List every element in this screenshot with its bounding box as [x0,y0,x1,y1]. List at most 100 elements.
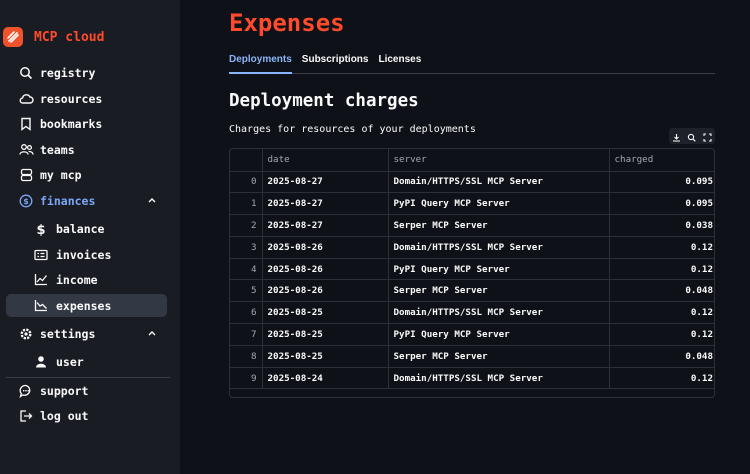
cell-date: 2025-08-26 [262,258,389,281]
table-toolbar [669,128,715,144]
tab-deployments[interactable]: Deployments [229,52,292,74]
cell-server: Serper MCP Server [388,279,610,303]
sidebar-item-registry[interactable]: registry [6,61,167,84]
users-icon [18,142,34,158]
sidebar-item-balance[interactable]: $ balance [6,217,167,240]
dollar-circle-icon: $ [18,193,34,209]
cell-server: Domain/HTTPS/SSL MCP Server [388,301,610,325]
dollar-icon: $ [33,221,49,237]
chevron-up-icon[interactable] [147,326,157,343]
sidebar-item-label: settings [40,326,96,341]
tab-bar: Deployments Subscriptions Licenses [229,52,715,74]
cell-date: 2025-08-25 [262,345,389,368]
column-header-index[interactable] [230,149,263,172]
sidebar-item-teams[interactable]: teams [6,138,167,161]
tab-licenses[interactable]: Licenses [378,52,421,73]
cell-server: PyPI Query MCP Server [388,323,610,346]
cell-date: 2025-08-25 [262,323,389,346]
brand[interactable]: MCP cloud [3,27,104,47]
table-row[interactable]: 1 2025-08-27 PyPI Query MCP Server 0.095 [230,192,714,216]
sidebar-item-label: support [40,383,89,398]
section-description: Charges for resources of your deployment… [229,124,476,135]
cell-server: Domain/HTTPS/SSL MCP Server [388,171,610,194]
sidebar-item-bookmarks[interactable]: bookmarks [6,112,167,135]
cell-charged: 0.048 [609,279,714,303]
logout-icon [18,408,34,424]
cell-date: 2025-08-27 [262,214,389,237]
database-icon [18,167,34,183]
charges-table[interactable]: date server charged 0 2025-08-27 Domain/HT… [229,148,715,398]
sidebar-divider [6,377,170,378]
cell-date: 2025-08-25 [262,301,389,325]
cell-date: 2025-08-27 [262,171,389,194]
column-header-charged[interactable]: charged [609,149,714,172]
chart-up-icon [33,272,49,288]
main-content: Expenses Deployments Subscriptions Licen… [229,0,750,474]
cell-index: 1 [230,192,263,216]
sidebar: MCP cloud registry resources bookmarks t… [0,0,180,474]
sidebar-item-label: balance [56,221,105,236]
cell-index: 6 [230,301,263,325]
table-row[interactable]: 3 2025-08-26 Domain/HTTPS/SSL MCP Server 0.… [230,236,714,259]
table-header-row: date server charged [230,149,714,172]
sidebar-item-label: resources [40,91,103,106]
sidebar-item-settings[interactable]: settings [6,322,167,345]
cell-charged: 0.038 [609,214,714,237]
cell-charged: 0.12 [609,258,714,281]
cell-server: Domain/HTTPS/SSL MCP Server [388,367,610,390]
sidebar-item-label: finances [40,193,96,208]
sidebar-item-user[interactable]: user [6,350,167,373]
column-header-date[interactable]: date [262,149,389,172]
cell-server: PyPI Query MCP Server [388,258,610,281]
cell-server: Serper MCP Server [388,345,610,368]
sidebar-item-label: expenses [56,298,112,313]
table-row[interactable]: 9 2025-08-24 Domain/HTTPS/SSL MCP Server 0.… [230,367,714,390]
sidebar-item-expenses[interactable]: expenses [6,294,167,317]
cell-charged: 0.048 [609,345,714,368]
cell-index: 2 [230,214,263,237]
cell-charged: 0.095 [609,192,714,216]
sidebar-item-finances[interactable]: $ finances [6,189,167,212]
table-row[interactable]: 7 2025-08-25 PyPI Query MCP Server 0.12 [230,323,714,346]
sidebar-item-income[interactable]: income [6,268,167,291]
download-icon[interactable] [672,127,681,146]
section-title: Deployment charges [229,91,419,111]
sidebar-item-label: teams [40,142,75,157]
table-row[interactable]: 5 2025-08-26 Serper MCP Server 0.048 [230,279,714,303]
sidebar-item-label: income [56,272,98,287]
column-header-server[interactable]: server [388,149,610,172]
chevron-up-icon[interactable] [147,193,157,210]
sidebar-item-label: registry [40,65,96,80]
cell-server: Domain/HTTPS/SSL MCP Server [388,236,610,259]
svg-text:$: $ [36,223,45,236]
cell-charged: 0.12 [609,236,714,259]
cell-index: 3 [230,236,263,259]
search-icon[interactable] [687,127,697,146]
sidebar-item-label: my mcp [40,167,82,182]
sidebar-item-support[interactable]: support [6,379,167,402]
sidebar-item-log-out[interactable]: log out [6,404,167,427]
table-row[interactable]: 6 2025-08-25 Domain/HTTPS/SSL MCP Server 0.… [230,301,714,325]
cell-index: 4 [230,258,263,281]
cell-index: 9 [230,367,263,390]
chat-icon [18,383,34,399]
cell-charged: 0.12 [609,323,714,346]
receipt-icon [33,247,49,263]
table-row[interactable]: 2 2025-08-27 Serper MCP Server 0.038 [230,214,714,237]
cloud-icon [18,91,34,107]
fullscreen-icon[interactable] [703,127,712,146]
cell-charged: 0.095 [609,171,714,194]
search-icon [18,65,34,81]
brand-logo-icon [3,27,23,47]
table-row[interactable]: 0 2025-08-27 Domain/HTTPS/SSL MCP Server 0.… [230,171,714,194]
table-row[interactable]: 4 2025-08-26 PyPI Query MCP Server 0.12 [230,258,714,281]
sidebar-item-resources[interactable]: resources [6,87,167,110]
tab-subscriptions[interactable]: Subscriptions [302,52,369,73]
sidebar-item-my-mcp[interactable]: my mcp [6,163,167,186]
sidebar-item-label: user [56,354,84,369]
table-row[interactable]: 8 2025-08-25 Serper MCP Server 0.048 [230,345,714,368]
bookmark-icon [18,116,34,132]
cell-server: Serper MCP Server [388,214,610,237]
page-title: Expenses [229,9,345,37]
sidebar-item-invoices[interactable]: invoices [6,243,167,266]
